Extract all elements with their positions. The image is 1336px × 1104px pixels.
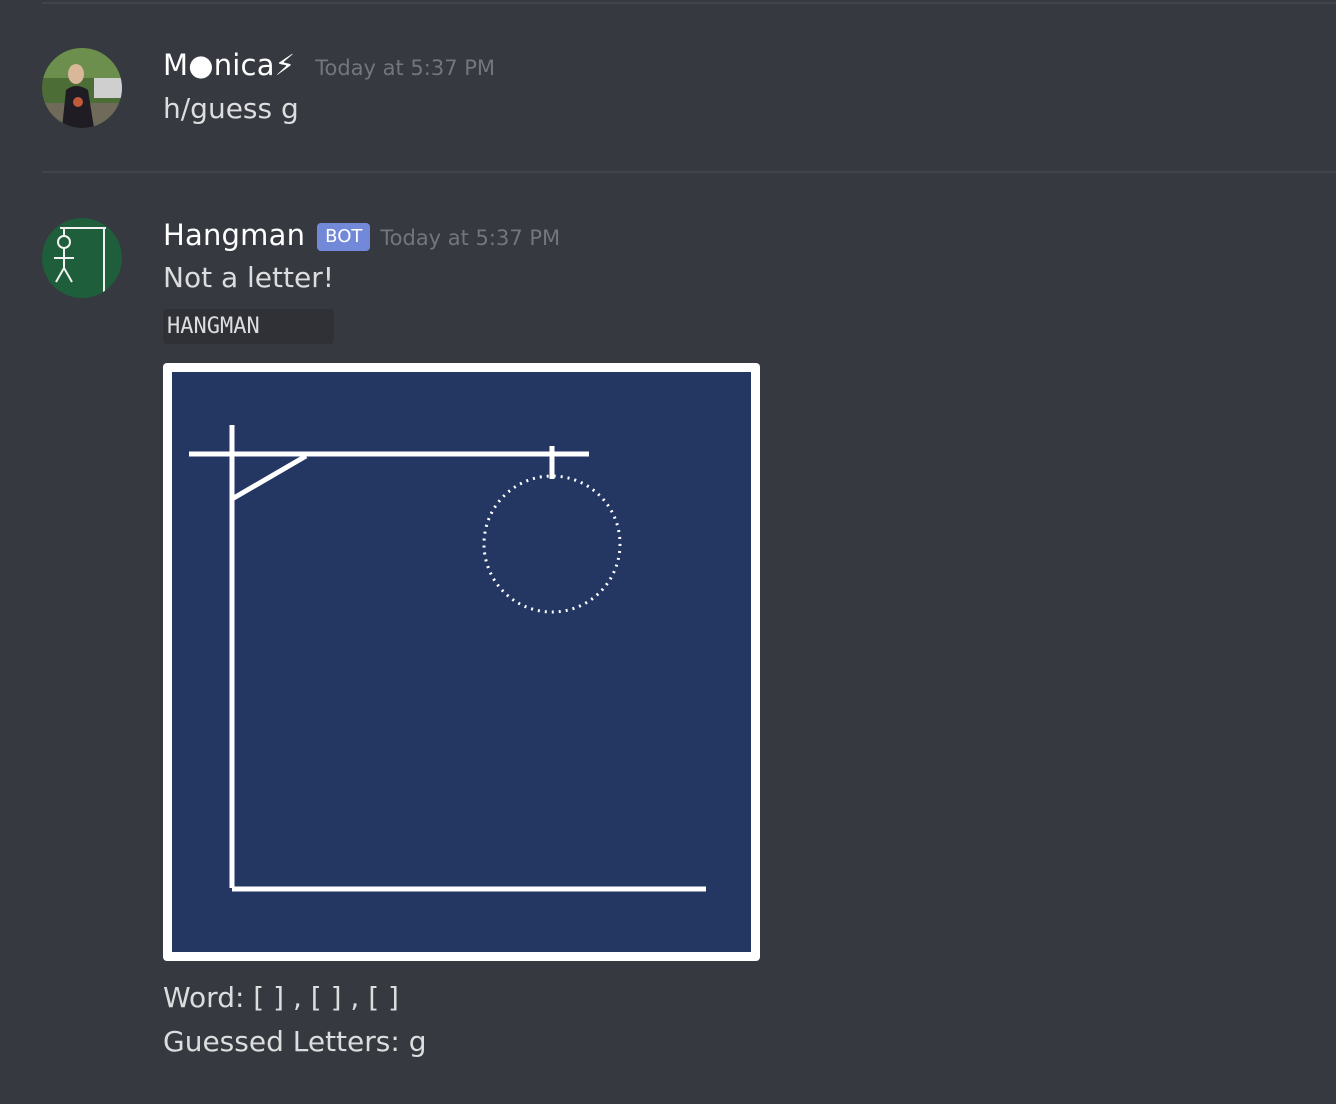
timestamp: Today at 5:37 PM xyxy=(315,56,496,80)
word-line: Word: [ ] , [ ] , [ ] xyxy=(163,981,399,1014)
message-text: Not a letter! xyxy=(163,261,334,294)
username[interactable]: Hangman xyxy=(163,218,305,252)
message-text: h/guess g xyxy=(163,92,299,125)
top-divider xyxy=(42,2,1336,4)
guessed-letters: Guessed Letters: g xyxy=(163,1025,427,1058)
username[interactable]: M●nica⚡ xyxy=(163,48,295,82)
word-value: [ ] , [ ] , [ ] xyxy=(244,981,399,1014)
word-label: Word: xyxy=(163,981,245,1014)
avatar[interactable] xyxy=(42,218,122,298)
message-divider xyxy=(42,171,1336,173)
hangman-drawing xyxy=(172,372,751,952)
hangman-image[interactable] xyxy=(163,363,760,961)
code-block: HANGMAN xyxy=(163,309,334,344)
timestamp: Today at 5:37 PM xyxy=(380,226,561,250)
bot-tag: BOT xyxy=(317,223,371,251)
avatar[interactable] xyxy=(42,48,122,128)
